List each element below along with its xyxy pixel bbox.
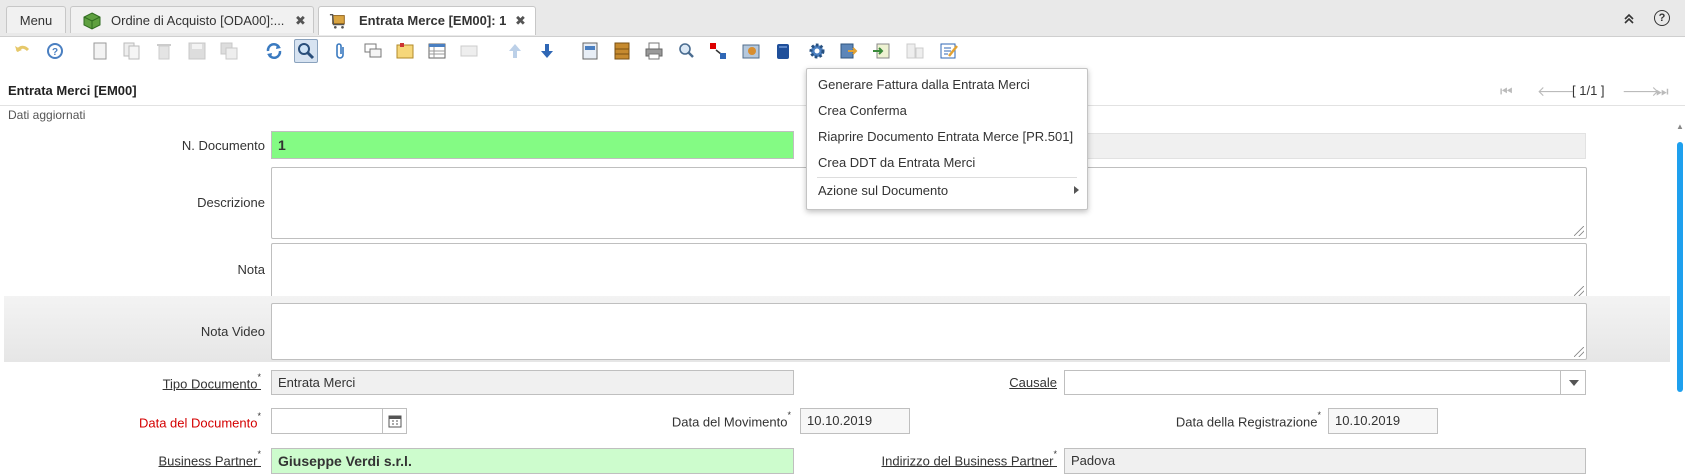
reason-combobox[interactable] — [1064, 370, 1586, 395]
tab-purchase-order[interactable]: Ordine di Acquisto [ODA00]:... ✖ — [70, 6, 314, 33]
new-record-icon[interactable] — [88, 39, 112, 63]
attachment-icon[interactable] — [329, 39, 353, 63]
delete-icon[interactable] — [152, 39, 176, 63]
tab-menu[interactable]: Menu — [6, 6, 66, 33]
tab-purchase-order-label: Ordine di Acquisto [ODA00]:... — [111, 13, 285, 28]
chevron-down-icon[interactable] — [1560, 370, 1586, 395]
resize-grip-icon[interactable] — [1574, 226, 1584, 236]
next-record-icon[interactable]: 🡒 — [1622, 83, 1660, 100]
package-icon — [83, 12, 101, 30]
movement-date-field[interactable]: 10.10.2019 — [800, 408, 910, 434]
grid-toggle-icon[interactable] — [425, 39, 449, 63]
doc-type-label[interactable]: Tipo Documento* — [163, 372, 261, 391]
business-partner-label[interactable]: Business Partner* — [158, 449, 261, 468]
refresh-icon[interactable] — [262, 39, 286, 63]
process-dropdown-menu: Generare Fattura dalla Entrata Merci Cre… — [806, 68, 1088, 210]
menu-item-document-action[interactable]: Azione sul Documento — [818, 183, 948, 198]
doc-date-label: Data del Documento* — [138, 411, 261, 431]
doc-type-value: Entrata Merci — [278, 375, 356, 390]
scroll-up-icon[interactable]: ▲ — [1676, 122, 1684, 131]
note-textarea[interactable] — [271, 243, 1587, 299]
report-icon[interactable] — [578, 39, 602, 63]
submenu-arrow-icon — [1074, 186, 1079, 194]
first-record-icon[interactable]: ⏮ — [1500, 83, 1513, 100]
collapse-icon[interactable] — [1620, 10, 1638, 28]
product-info-icon[interactable] — [739, 39, 763, 63]
doc-type-field[interactable]: Entrata Merci — [271, 370, 794, 395]
import-icon[interactable] — [869, 39, 893, 63]
business-partner-field[interactable]: Giuseppe Verdi s.r.l. — [271, 448, 794, 474]
tab-menu-label: Menu — [19, 13, 53, 28]
menu-separator — [817, 177, 1077, 178]
vertical-scrollbar[interactable] — [1677, 142, 1683, 392]
movement-date-label: Data del Movimento* — [671, 410, 791, 430]
close-icon[interactable]: ✖ — [515, 7, 526, 34]
svg-text:?: ? — [52, 47, 58, 58]
menu-item-create-ddt[interactable]: Crea DDT da Entrata Merci — [818, 155, 975, 170]
process-gear-icon[interactable] — [805, 39, 829, 63]
video-note-textarea[interactable] — [271, 303, 1587, 360]
registration-date-field[interactable]: 10.10.2019 — [1328, 408, 1438, 434]
workflow-icon[interactable] — [771, 39, 795, 63]
tab-goods-receipt-label: Entrata Merce [EM00]: 1 — [359, 13, 507, 28]
calendar-icon[interactable] — [382, 409, 406, 433]
tab-goods-receipt[interactable]: Entrata Merce [EM00]: 1 ✖ — [318, 6, 536, 35]
arrow-down-icon[interactable] — [535, 39, 559, 63]
edit-form-icon[interactable] — [937, 39, 961, 63]
partner-address-value: Padova — [1071, 453, 1116, 468]
menu-item-create-confirmation[interactable]: Crea Conferma — [818, 103, 907, 118]
cart-icon — [329, 14, 345, 29]
zoom-across-icon[interactable] — [674, 39, 698, 63]
export-icon[interactable] — [837, 39, 861, 63]
tab-bar: Menu Ordine di Acquisto [ODA00]:... ✖ En… — [0, 0, 1685, 37]
resize-grip-icon[interactable] — [1574, 347, 1584, 357]
movement-date-value: 10.10.2019 — [807, 413, 873, 428]
print-icon[interactable] — [642, 39, 666, 63]
resize-grip-icon[interactable] — [1574, 286, 1584, 296]
find-icon[interactable] — [294, 39, 318, 63]
toolbar: ? — [0, 36, 1685, 68]
doc-no-label: N. Documento — [181, 138, 265, 153]
chat-icon[interactable] — [361, 39, 385, 63]
page-indicator: [ 1/1 ] — [1572, 83, 1605, 98]
last-record-icon[interactable]: ⏭ — [1656, 83, 1669, 100]
detail-icon[interactable] — [903, 39, 927, 63]
window-title: Entrata Merci [EM00] — [8, 83, 137, 98]
doc-no-extra-field — [1080, 133, 1586, 159]
previous-record-icon[interactable]: 🡐 — [1537, 83, 1575, 100]
note-icon[interactable] — [393, 39, 417, 63]
help-toolbar-icon[interactable]: ? — [43, 39, 67, 63]
description-label: Descrizione — [197, 195, 265, 210]
reason-label[interactable]: Causale — [1009, 375, 1057, 390]
archive-icon[interactable] — [610, 39, 634, 63]
menu-item-reopen-document[interactable]: Riaprire Documento Entrata Merce [PR.501… — [818, 129, 1073, 144]
partner-address-field[interactable]: Padova — [1064, 448, 1586, 474]
arrow-up-icon[interactable] — [503, 39, 527, 63]
note-label: Nota — [237, 262, 265, 277]
close-icon[interactable]: ✖ — [295, 7, 306, 34]
status-message: Dati aggiornati — [8, 108, 86, 122]
save-icon[interactable] — [185, 39, 209, 63]
parent-record-icon[interactable] — [457, 39, 481, 63]
save-new-icon[interactable] — [217, 39, 241, 63]
doc-no-field[interactable]: 1 — [271, 131, 794, 159]
request-icon[interactable] — [706, 39, 730, 63]
registration-date-label: Data della Registrazione* — [1175, 410, 1321, 430]
menu-item-generate-invoice[interactable]: Generare Fattura dalla Entrata Merci — [818, 77, 1030, 92]
undo-icon[interactable] — [10, 39, 34, 63]
video-note-label: Nota Video — [200, 324, 265, 339]
partner-address-label[interactable]: Indirizzo del Business Partner* — [882, 449, 1058, 468]
copy-record-icon[interactable] — [120, 39, 144, 63]
help-icon[interactable]: ? — [1654, 10, 1672, 28]
registration-date-value: 10.10.2019 — [1335, 413, 1401, 428]
doc-no-value: 1 — [278, 137, 286, 153]
